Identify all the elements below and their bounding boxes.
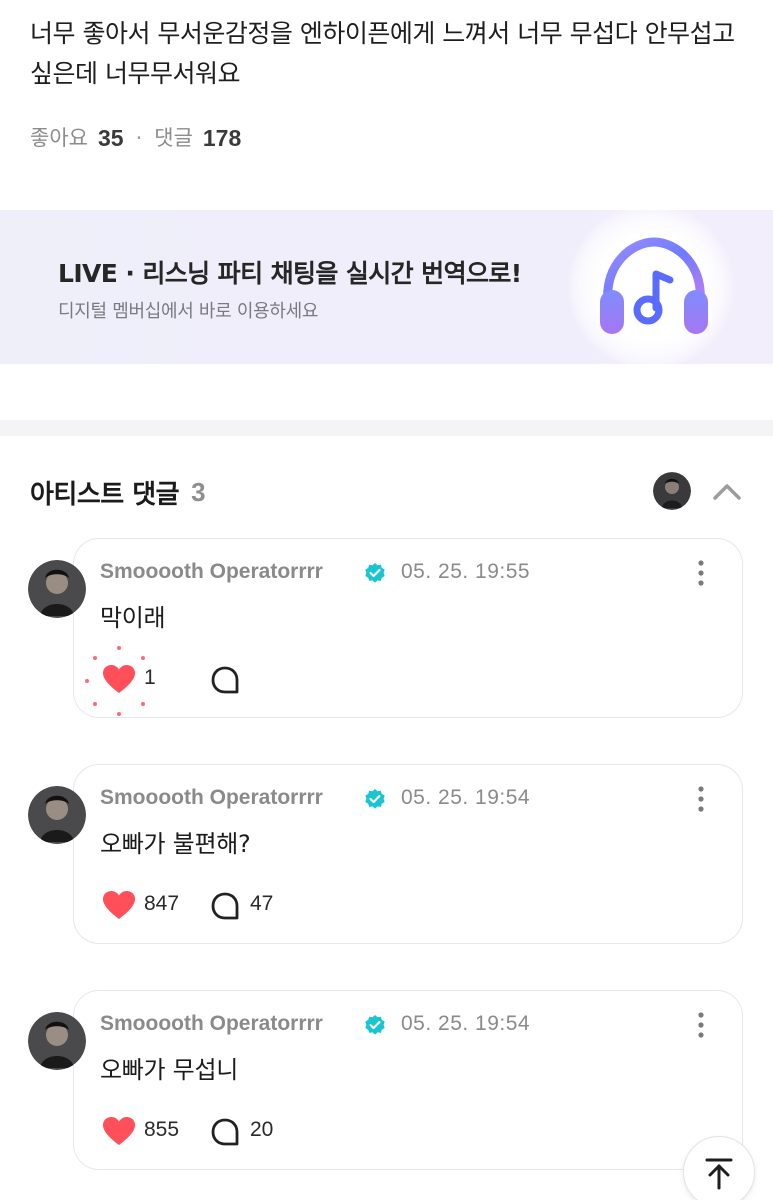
comment-body: 오빠가 불편해? [100, 830, 251, 858]
artist-comment: Smooooth Operatorrrr 05. 25. 19:54 오빠가 불… [0, 764, 773, 954]
comment-author[interactable]: Smooooth Operatorrrr [100, 560, 323, 584]
comment-time: 05. 25. 19:54 [401, 786, 531, 809]
comment-author[interactable]: Smooooth Operatorrrr [100, 1012, 323, 1036]
scroll-to-top-button[interactable] [683, 1136, 755, 1200]
heart-icon[interactable] [102, 890, 136, 920]
like-sparkle [117, 646, 121, 650]
reply-count: 47 [250, 892, 274, 915]
verified-badge-icon [365, 563, 385, 583]
like-sparkle [93, 656, 97, 660]
comments-count: 178 [202, 125, 242, 151]
comment-body: 오빠가 무섭니 [100, 1056, 239, 1084]
like-sparkle [93, 702, 97, 706]
commenter-avatar[interactable] [28, 560, 86, 618]
like-count: 1 [144, 666, 156, 689]
reply-count: 20 [250, 1118, 274, 1141]
more-options-icon[interactable] [690, 558, 712, 588]
heart-icon[interactable] [102, 1116, 136, 1146]
artist-comment: Smooooth Operatorrrr 05. 25. 19:54 오빠가 무… [0, 990, 773, 1180]
commenter-avatar[interactable] [28, 786, 86, 844]
artist-avatar[interactable] [653, 472, 691, 510]
comments-label[interactable]: 댓글 [154, 122, 193, 154]
artist-comment: Smooooth Operatorrrr 05. 25. 19:55 막이래 1 [0, 538, 773, 728]
like-count: 855 [144, 1118, 180, 1141]
more-options-icon[interactable] [690, 1010, 712, 1040]
comment-body: 막이래 [100, 604, 166, 632]
comment-author[interactable]: Smooooth Operatorrrr [100, 786, 323, 810]
like-sparkle [117, 712, 121, 716]
verified-badge-icon [365, 1015, 385, 1035]
reply-bubble-icon[interactable] [210, 1117, 240, 1147]
like-sparkle [141, 656, 145, 660]
artist-comments-title: 아티스트 댓글 [30, 479, 180, 510]
artist-comments-count: 3 [191, 476, 206, 507]
banner-title: LIVE · 리스닝 파티 채팅을 실시간 번역으로! [58, 259, 522, 288]
live-promo-banner[interactable]: LIVE · 리스닝 파티 채팅을 실시간 번역으로! 디지털 멤버십에서 바로… [0, 210, 773, 364]
post-stats: 좋아요 35 · 댓글 178 [30, 122, 241, 154]
chevron-up-icon[interactable] [710, 476, 744, 508]
comment-time: 05. 25. 19:54 [401, 1012, 531, 1035]
banner-subtitle: 디지털 멤버십에서 바로 이용하세요 [58, 301, 319, 322]
likes-label[interactable]: 좋아요 [30, 122, 88, 154]
heart-icon[interactable] [102, 664, 136, 694]
commenter-avatar[interactable] [28, 1012, 86, 1070]
artist-comments-header: 아티스트 댓글 3 [30, 470, 745, 514]
arrow-up-to-top-icon [705, 1158, 732, 1189]
verified-badge-icon [365, 789, 385, 809]
more-options-icon[interactable] [690, 784, 712, 814]
post-body: 너무 좋아서 무서운감정을 엔하이픈에게 느껴서 너무 무섭다 안무섭고싶은데 … [30, 19, 735, 88]
reply-bubble-icon[interactable] [210, 891, 240, 921]
stats-separator: · [135, 126, 143, 150]
section-divider [0, 420, 773, 436]
comment-time: 05. 25. 19:55 [401, 560, 531, 583]
headphones-music-icon [600, 237, 708, 334]
reply-bubble-icon[interactable] [210, 665, 240, 695]
like-count: 847 [144, 892, 180, 915]
like-sparkle [85, 679, 89, 683]
likes-count: 35 [97, 125, 124, 151]
like-sparkle [141, 702, 145, 706]
